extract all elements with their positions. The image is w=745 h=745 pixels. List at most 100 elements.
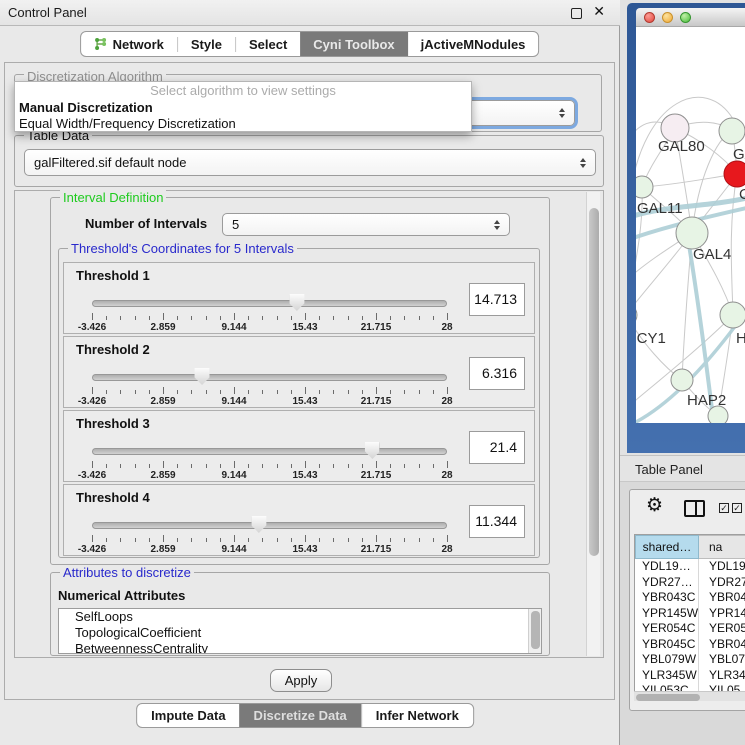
tick-label: 21.715: [361, 544, 392, 555]
tab-infer-network[interactable]: Infer Network: [361, 704, 473, 727]
tick-label: 28: [441, 322, 452, 333]
tick-label: 28: [441, 470, 452, 481]
tab-network[interactable]: Network: [81, 32, 177, 56]
threshold-value-field[interactable]: 21.4: [469, 431, 525, 464]
tab-jactivemnodules[interactable]: jActiveMNodules: [408, 32, 539, 56]
network-node-ga[interactable]: [719, 118, 745, 144]
cell-shared-name: YER054C: [635, 621, 699, 637]
network-node-h[interactable]: [720, 302, 745, 328]
network-nodes[interactable]: [636, 114, 745, 423]
table-row[interactable]: YBL079WYBL07: [635, 652, 745, 668]
cell-name: YER05: [699, 621, 745, 637]
algorithm-option-manual-discretization[interactable]: Manual Discretization: [15, 100, 471, 116]
zoom-traffic-light[interactable]: [680, 12, 691, 23]
cell-shared-name: YPR145W: [635, 606, 699, 622]
attribute-item-betweennesscentrality[interactable]: BetweennessCentrality: [59, 641, 541, 654]
table-row[interactable]: YDR27…YDR27: [635, 575, 745, 591]
checkbox-icon: ✓: [719, 503, 729, 513]
slider-thumb[interactable]: [251, 516, 266, 533]
threshold-box: Threshold 4 -3.4262.8599.14415.4321.7152…: [63, 484, 535, 556]
gear-icon[interactable]: ⚙: [646, 494, 663, 516]
tick-label: 2.859: [150, 396, 175, 407]
network-node-gal4[interactable]: [676, 217, 708, 249]
scrollbar-thumb[interactable]: [531, 611, 540, 649]
threshold-title: Threshold 2: [76, 342, 150, 357]
slider-track[interactable]: [92, 374, 447, 381]
attribute-item-selfloops[interactable]: SelfLoops: [59, 609, 541, 625]
table-horizontal-scrollbar[interactable]: [634, 691, 745, 701]
slider-track[interactable]: [92, 522, 447, 529]
algorithm-option-equal-width-frequency-discretization[interactable]: Equal Width/Frequency Discretization: [15, 116, 471, 132]
cyni-bottom-tabbar: Impute DataDiscretize Data Infer Network: [136, 703, 474, 728]
network-node-hap2[interactable]: [671, 369, 693, 391]
float-window-icon[interactable]: [571, 8, 582, 19]
node-label-hap2: HAP2: [687, 392, 726, 409]
cell-shared-name: YIL053C: [635, 683, 699, 691]
slider-thumb[interactable]: [365, 442, 380, 459]
threshold-slider[interactable]: -3.4262.8599.14415.4321.71528: [92, 441, 447, 481]
scrollbar-thumb[interactable]: [636, 694, 700, 701]
threshold-value-field[interactable]: 6.316: [469, 357, 525, 390]
network-canvas[interactable]: GAL80GACGAL11GAL4GCY1HHAP2: [636, 27, 745, 423]
threshold-list: Threshold 1 -3.4262.8599.14415.4321.7152…: [63, 262, 535, 558]
threshold-value-field[interactable]: 14.713: [469, 283, 525, 316]
combo-stepper-icon: [494, 220, 500, 230]
tab-cyni-toolbox[interactable]: Cyni Toolbox: [300, 32, 407, 56]
network-node-gcy1[interactable]: [636, 304, 637, 326]
apply-button[interactable]: Apply: [270, 669, 332, 692]
control-panel-tabbar: NetworkStyle Select Cyni ToolboxjActiveMNo…: [80, 31, 540, 57]
tab-select[interactable]: Select: [236, 32, 300, 56]
table-row[interactable]: YBR045CYBR04: [635, 637, 745, 653]
slider-thumb[interactable]: [195, 368, 210, 385]
tab-impute-data[interactable]: Impute Data: [137, 704, 239, 727]
threshold-slider[interactable]: -3.4262.8599.14415.4321.71528: [92, 293, 447, 333]
tab-discretize-data[interactable]: Discretize Data: [240, 704, 361, 727]
scrollbar-thumb[interactable]: [589, 208, 599, 556]
table-row[interactable]: YLR345WYLR34: [635, 668, 745, 684]
select-columns-icon[interactable]: ✓ ✓: [719, 503, 742, 513]
algorithm-placeholder-option[interactable]: Select algorithm to view settings: [15, 82, 471, 100]
table-row[interactable]: YBR043CYBR04: [635, 590, 745, 606]
slider-track[interactable]: [92, 300, 447, 307]
column-header-name[interactable]: na: [699, 535, 745, 559]
network-view-window[interactable]: GAL80GACGAL11GAL4GCY1HHAP2: [627, 3, 745, 453]
threshold-value-field[interactable]: 11.344: [469, 505, 525, 538]
cell-shared-name: YBR043C: [635, 590, 699, 606]
settings-vertical-scrollbar[interactable]: [586, 192, 600, 656]
table-row[interactable]: YPR145WYPR14: [635, 606, 745, 622]
network-node-gal11[interactable]: [636, 176, 653, 198]
tick-label: -3.426: [78, 396, 106, 407]
table-panel-box: ⚙ ✓ ✓ shared… na YDL19…YDL19YDR27…YDR27Y…: [629, 489, 745, 711]
node-label-ga: GA: [733, 146, 745, 163]
tab-label: Infer Network: [376, 708, 459, 723]
num-intervals-combobox[interactable]: 5: [222, 213, 510, 236]
column-header-shared-name[interactable]: shared…: [635, 535, 699, 559]
attributes-scrollbar[interactable]: [528, 609, 541, 653]
tick-label: 21.715: [361, 322, 392, 333]
node-label-gcy1: GCY1: [636, 330, 666, 347]
threshold-slider[interactable]: -3.4262.8599.14415.4321.71528: [92, 367, 447, 407]
table-data-combobox-value: galFiltered.sif default node: [34, 155, 186, 170]
close-icon[interactable]: ✕: [593, 4, 605, 20]
attribute-item-topologicalcoefficient[interactable]: TopologicalCoefficient: [59, 625, 541, 641]
slider-ticks: [92, 535, 447, 543]
cell-name: YPR14: [699, 606, 745, 622]
minimize-traffic-light[interactable]: [662, 12, 673, 23]
attributes-listbox[interactable]: SelfLoopsTopologicalCoefficientBetweenne…: [58, 608, 542, 654]
network-window-titlebar[interactable]: [636, 8, 745, 27]
network-node-c[interactable]: [724, 161, 745, 187]
node-label-gal4: GAL4: [693, 246, 731, 263]
threshold-box: Threshold 3 -3.4262.8599.14415.4321.7152…: [63, 410, 535, 482]
table-row[interactable]: YDL19…YDL19: [635, 559, 745, 575]
table-row[interactable]: YER054CYER05: [635, 621, 745, 637]
close-traffic-light[interactable]: [644, 12, 655, 23]
slider-track[interactable]: [92, 448, 447, 455]
slider-thumb[interactable]: [289, 294, 304, 311]
table-row[interactable]: YIL053CYIL05: [635, 683, 745, 691]
table-data-combobox[interactable]: galFiltered.sif default node: [24, 149, 596, 176]
tab-label: Select: [249, 37, 287, 52]
cell-name: YIL05: [699, 683, 745, 691]
threshold-slider[interactable]: -3.4262.8599.14415.4321.71528: [92, 515, 447, 555]
split-columns-icon[interactable]: [684, 500, 705, 517]
tab-style[interactable]: Style: [178, 32, 235, 56]
